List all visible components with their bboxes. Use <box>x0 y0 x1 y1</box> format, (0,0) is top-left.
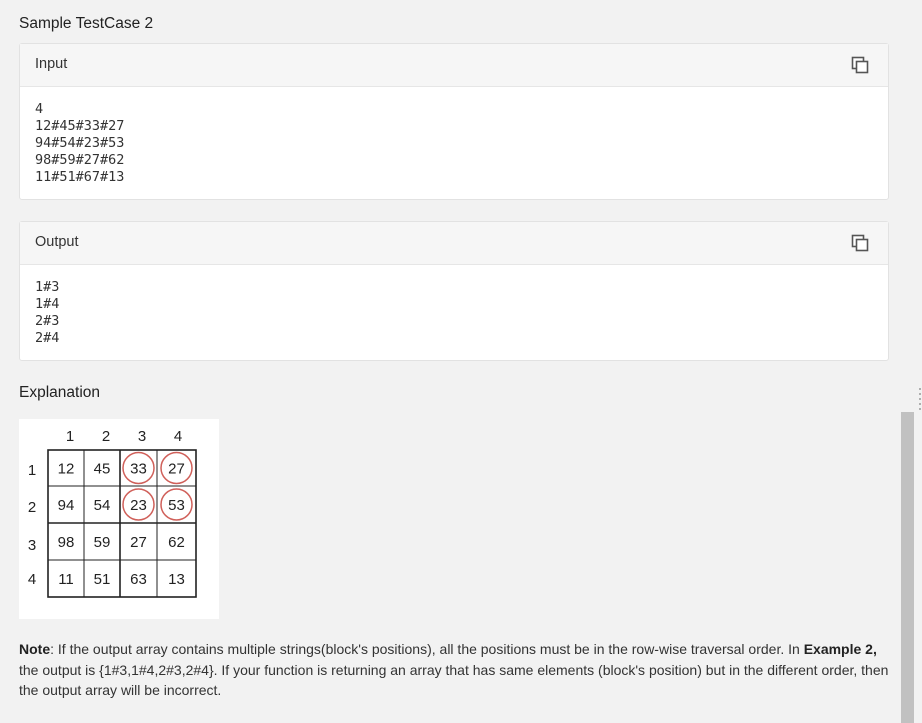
output-card: Output 1#3 1#4 2#3 2#4 <box>19 221 889 361</box>
input-line: 11#51#67#13 <box>35 169 125 185</box>
grid-cell-value: 27 <box>130 534 147 551</box>
panel-resize-handle[interactable] <box>918 388 922 414</box>
note-text-1: : If the output array contains multiple … <box>50 641 804 657</box>
output-line: 2#4 <box>35 330 60 346</box>
sample-testcase-title: Sample TestCase 2 <box>19 15 154 32</box>
row-header: 1 <box>28 462 36 479</box>
scrollbar-thumb[interactable] <box>901 412 914 723</box>
grid-cell-value: 63 <box>130 571 147 588</box>
explanation-title: Explanation <box>19 384 101 401</box>
output-label: Output <box>35 234 79 250</box>
scrollbar-track[interactable] <box>901 0 914 723</box>
grid-cell-value: 53 <box>168 497 185 514</box>
col-header: 2 <box>102 428 110 445</box>
row-header: 3 <box>28 537 36 554</box>
input-card-header: Input <box>20 44 888 87</box>
copy-input-button[interactable] <box>850 55 870 75</box>
row-header: 4 <box>28 571 36 588</box>
grid-cell-value: 11 <box>58 571 74 588</box>
note-example-ref: Example 2, <box>803 641 877 657</box>
explanation-grid: 1 2 3 4 1 2 3 4 12 45 33 27 94 54 23 53 98 59 27 62… <box>28 428 197 598</box>
grid-cell-value: 62 <box>168 534 185 551</box>
output-content: 1#3 1#4 2#3 2#4 <box>20 265 888 347</box>
input-line: 12#45#33#27 <box>35 118 125 134</box>
col-header: 3 <box>138 428 146 445</box>
output-card-header: Output <box>20 222 888 265</box>
input-line: 98#59#27#62 <box>35 152 125 168</box>
output-line: 1#3 <box>35 279 60 295</box>
grid-cell-value: 59 <box>94 534 111 551</box>
col-header: 4 <box>174 428 182 445</box>
input-line: 94#54#23#53 <box>35 135 125 151</box>
grid-cell-value: 45 <box>94 461 111 478</box>
output-line: 1#4 <box>35 296 60 312</box>
copy-icon <box>851 56 869 74</box>
grid-cell-value: 27 <box>168 461 185 478</box>
input-line: 4 <box>35 101 44 117</box>
grid-cell-value: 13 <box>168 571 185 588</box>
input-card: Input 4 12#45#33#27 94#54#23#53 98#59#27… <box>19 43 889 200</box>
output-line: 2#3 <box>35 313 60 329</box>
row-header: 2 <box>28 499 36 516</box>
note-text: Note: If the output array contains multi… <box>19 639 895 701</box>
grid-cell-value: 98 <box>58 534 75 551</box>
explanation-grid-image: 1 2 3 4 1 2 3 4 12 45 33 27 94 54 23 53 98 59 27 62… <box>19 419 219 619</box>
input-label: Input <box>35 56 68 72</box>
grid-cell-value: 23 <box>130 497 147 514</box>
grid-cell-value: 12 <box>58 461 75 478</box>
grid-cell-value: 51 <box>94 571 111 588</box>
grid-cell-value: 94 <box>58 497 75 514</box>
copy-output-button[interactable] <box>850 233 870 253</box>
input-content: 4 12#45#33#27 94#54#23#53 98#59#27#62 11… <box>20 87 888 186</box>
note-label: Note <box>19 641 51 657</box>
copy-icon <box>851 234 869 252</box>
col-header: 1 <box>66 428 74 445</box>
grid-cell-value: 33 <box>130 461 147 478</box>
grid-cell-value: 54 <box>94 497 111 514</box>
note-text-2: the output is {1#3,1#4,2#3,2#4}. If your… <box>19 661 889 699</box>
